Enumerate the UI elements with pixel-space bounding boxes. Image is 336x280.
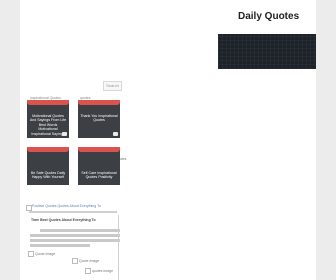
search-button[interactable]: Search (103, 81, 122, 91)
broken-image: Quote Image (72, 258, 99, 264)
text-line (30, 244, 90, 247)
header-banner (218, 34, 316, 69)
image-alt-text: quotes image (92, 268, 114, 273)
card-ribbon (78, 100, 120, 105)
image-icon (113, 132, 118, 136)
broken-image: quotes image (85, 268, 113, 274)
card-ribbon (27, 147, 69, 152)
image-icon (85, 268, 91, 274)
post-card-2[interactable]: Thank You Inspirational Quotes (78, 100, 120, 138)
card-ribbon (78, 147, 120, 152)
image-icon (62, 132, 67, 136)
broken-image: Quote Image (28, 251, 55, 257)
card-ribbon (27, 100, 69, 105)
text-line (30, 234, 120, 237)
text-line (40, 229, 120, 232)
article-heading[interactable]: Time Best Quotes About Everything To (31, 218, 96, 222)
card-caption: Be Safe Quotes Daily Happy With Yourself (30, 171, 66, 180)
image-alt-text: Quote Image (79, 258, 100, 263)
post-card-3[interactable]: Be Safe Quotes Daily Happy With Yourself (27, 147, 69, 185)
post-card-1[interactable]: Motivational Quotes And Sayings From Lif… (27, 100, 69, 138)
text-line (30, 239, 120, 242)
card-caption: Thank You Inspirational Quotes (80, 114, 118, 123)
image-alt-text: Quote Image (35, 251, 56, 256)
divider (29, 211, 117, 213)
article-link[interactable]: Positive Quotes Quotes About Everything … (32, 204, 101, 208)
divider (118, 215, 119, 280)
site-title[interactable]: Daily Quotes (238, 11, 299, 22)
post-card-4[interactable]: Self Care Inspirational Quotes Positivit… (78, 147, 120, 185)
image-icon (28, 251, 34, 257)
image-icon (72, 258, 78, 264)
card-caption: Self Care Inspirational Quotes Positivit… (81, 171, 117, 180)
